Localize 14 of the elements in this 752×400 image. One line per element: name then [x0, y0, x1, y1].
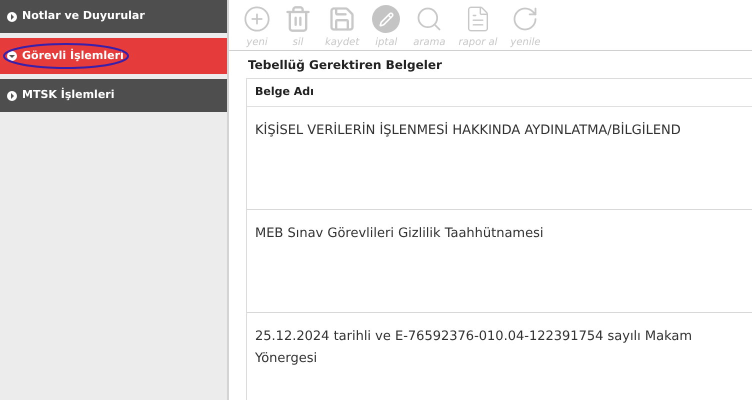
pencil-icon — [372, 5, 400, 33]
table-cell-text: 25.12.2024 tarihli ve E-76592376-010.04-122391754 sayılı Makam Yönergesi — [255, 328, 692, 368]
sidebar-item[interactable]: Görevli İşlemleri — [0, 38, 227, 74]
trash-icon — [284, 5, 312, 33]
sidebar-item[interactable]: MTSK İşlemleri — [0, 79, 227, 112]
sidebar-item[interactable]: Notlar ve Duyurular — [0, 0, 227, 33]
refresh-icon — [511, 5, 540, 33]
add-icon — [243, 5, 271, 33]
table-cell-text: MEB Sınav Görevlileri Gizlilik Taahhütnamesi — [255, 225, 544, 243]
search-icon — [415, 5, 444, 33]
column-header: Belge Adı — [247, 79, 752, 107]
section-title: Tebellüğ Gerektiren Belgeler — [248, 57, 443, 74]
save-icon — [328, 5, 356, 33]
table-cell-text: KİŞİSEL VERİLERİN İŞLENMESİ HAKKINDA AYDINLATMA/BİLGİLEND — [255, 121, 681, 140]
